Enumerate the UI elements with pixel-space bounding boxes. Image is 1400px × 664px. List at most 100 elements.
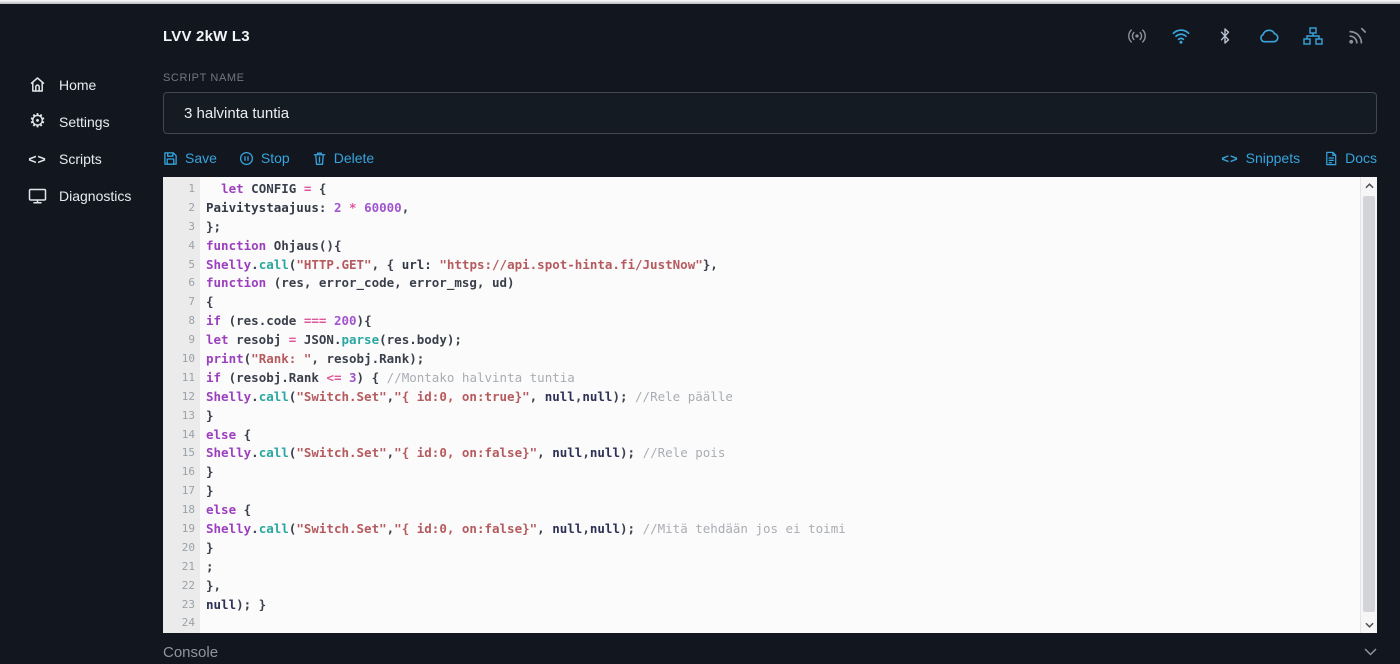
line-number: 15: [181, 446, 195, 460]
device-title: LVV 2kW L3: [163, 28, 250, 45]
snippets-label: Snippets: [1245, 150, 1301, 166]
code-line: Shelly.call("Switch.Set","{ id:0, on:fal…: [206, 521, 846, 537]
code-line: Paivitystaajuus: 2 * 60000,: [206, 199, 410, 215]
code-line: }: [206, 539, 214, 555]
code-line: function (res, error_code, error_msg, ud…: [206, 275, 515, 291]
code-line: Shelly.call("HTTP.GET", { url: "https://…: [206, 256, 718, 272]
chevron-down-icon[interactable]: [1364, 648, 1377, 656]
code-line: },: [206, 577, 222, 593]
sidebar-item-scripts[interactable]: <> Scripts: [0, 140, 163, 177]
sidebar-item-label: Scripts: [59, 150, 102, 167]
line-number: 20: [181, 540, 195, 554]
shelly-scripts-page: LVV 2kW L3 Home ⚙ Settings <> Scripts Di…: [0, 0, 1400, 664]
line-number: 19: [181, 522, 195, 536]
console-panel-header[interactable]: Console: [163, 640, 1377, 664]
docs-icon: [1324, 151, 1338, 166]
sidebar-item-home[interactable]: Home: [0, 66, 163, 103]
sidebar-item-settings[interactable]: ⚙ Settings: [0, 103, 163, 140]
sidebar-item-label: Diagnostics: [59, 187, 132, 204]
line-number: 11: [181, 370, 195, 384]
main-content: SCRIPT NAME Save: [163, 66, 1377, 633]
line-number: 1: [188, 182, 195, 195]
stop-label: Stop: [260, 150, 290, 166]
code-line: if (resobj.Rank <= 3) { //Montako halvin…: [206, 369, 575, 385]
ethernet-icon: [1302, 26, 1324, 46]
code-line: if (res.code === 200){: [206, 313, 372, 329]
code-line: function Ohjaus(){: [206, 237, 342, 253]
line-number: 22: [181, 578, 195, 592]
code-icon: <>: [28, 150, 47, 167]
line-number: 12: [181, 389, 195, 403]
editor-gutter: 1 2 3 4 5 6 7 8 9 10 11 12 13 14 15 16 17 18 19 20 21 22 23 24: [163, 177, 200, 633]
stop-button[interactable]: Stop: [239, 150, 290, 166]
snippets-icon: <>: [1221, 150, 1239, 166]
line-number: 13: [181, 408, 195, 422]
code-line: };: [206, 218, 222, 234]
docs-button[interactable]: Docs: [1324, 150, 1377, 166]
sidebar-item-diagnostics[interactable]: Diagnostics: [0, 177, 163, 214]
script-name-input[interactable]: [163, 92, 1377, 134]
line-number: 9: [188, 333, 195, 347]
docs-label: Docs: [1345, 150, 1377, 166]
cloud-icon: [1258, 26, 1280, 46]
trash-icon: [312, 151, 327, 166]
delete-button[interactable]: Delete: [312, 150, 374, 166]
script-editor[interactable]: 1 2 3 4 5 6 7 8 9 10 11 12 13 14 15 16 17 18 19 20 21 22 23 24 …: [163, 177, 1377, 633]
line-number: 5: [188, 257, 195, 271]
scroll-down-arrow[interactable]: [1361, 616, 1377, 633]
console-label: Console: [163, 643, 219, 661]
topbar: LVV 2kW L3: [0, 4, 1400, 66]
code-line: ;: [206, 558, 214, 574]
code-line: Shelly.call("Switch.Set","{ id:0, on:tru…: [206, 388, 733, 404]
access-point-icon: [1126, 26, 1148, 46]
scroll-up-arrow[interactable]: [1361, 177, 1377, 194]
sidebar-item-label: Home: [59, 76, 97, 93]
code-line: print("Rank: ", resobj.Rank);: [206, 351, 425, 367]
code-line: else {: [206, 502, 252, 518]
code-line: Shelly.call("Switch.Set","{ id:0, on:fal…: [206, 445, 726, 461]
line-number: 8: [188, 314, 195, 328]
line-number: 18: [181, 503, 195, 517]
snippets-button[interactable]: <> Snippets: [1221, 150, 1300, 166]
code-line: let resobj = JSON.parse(res.body);: [206, 332, 462, 348]
code-line: }: [206, 407, 214, 423]
line-number: 14: [181, 427, 195, 441]
delete-label: Delete: [333, 150, 375, 166]
sidebar: Home ⚙ Settings <> Scripts Diagnostics: [0, 66, 163, 214]
line-number: 4: [188, 238, 195, 252]
code-line: }: [206, 483, 214, 499]
line-number: 17: [181, 484, 195, 498]
stop-icon: [239, 151, 254, 166]
line-number: 10: [181, 352, 195, 366]
bluetooth-icon: [1214, 26, 1236, 46]
script-toolbar: Save Stop Delete <> Snippets Docs: [163, 146, 1377, 170]
code-line: }: [206, 464, 214, 480]
wifi-icon: [1170, 26, 1192, 46]
line-number: 16: [181, 465, 195, 479]
line-number: 24: [181, 616, 195, 630]
editor-code[interactable]: let CONFIG = { Paivitystaajuus: 2 * 60000…: [200, 177, 1360, 633]
editor-scrollbar[interactable]: [1360, 177, 1377, 633]
line-number: 7: [188, 295, 195, 309]
status-icons: [1126, 26, 1368, 46]
scrollbar-thumb[interactable]: [1363, 196, 1375, 612]
code-line: {: [206, 294, 214, 310]
line-number: 2: [188, 200, 195, 214]
line-number: 6: [188, 276, 195, 290]
code-line: let CONFIG = {: [221, 181, 327, 196]
save-icon: [163, 151, 178, 166]
code-line: null); }: [206, 596, 267, 612]
home-icon: [28, 75, 47, 94]
line-number: 21: [181, 559, 195, 573]
script-name-label: SCRIPT NAME: [163, 72, 245, 84]
save-label: Save: [185, 150, 217, 166]
gear-icon: ⚙: [28, 111, 47, 132]
line-number: 23: [181, 597, 195, 611]
code-line: else {: [206, 426, 252, 442]
sidebar-item-label: Settings: [59, 113, 110, 130]
monitor-icon: [28, 186, 47, 205]
save-button[interactable]: Save: [163, 150, 217, 166]
line-number: 3: [188, 219, 195, 233]
broadcast-icon: [1346, 26, 1368, 46]
